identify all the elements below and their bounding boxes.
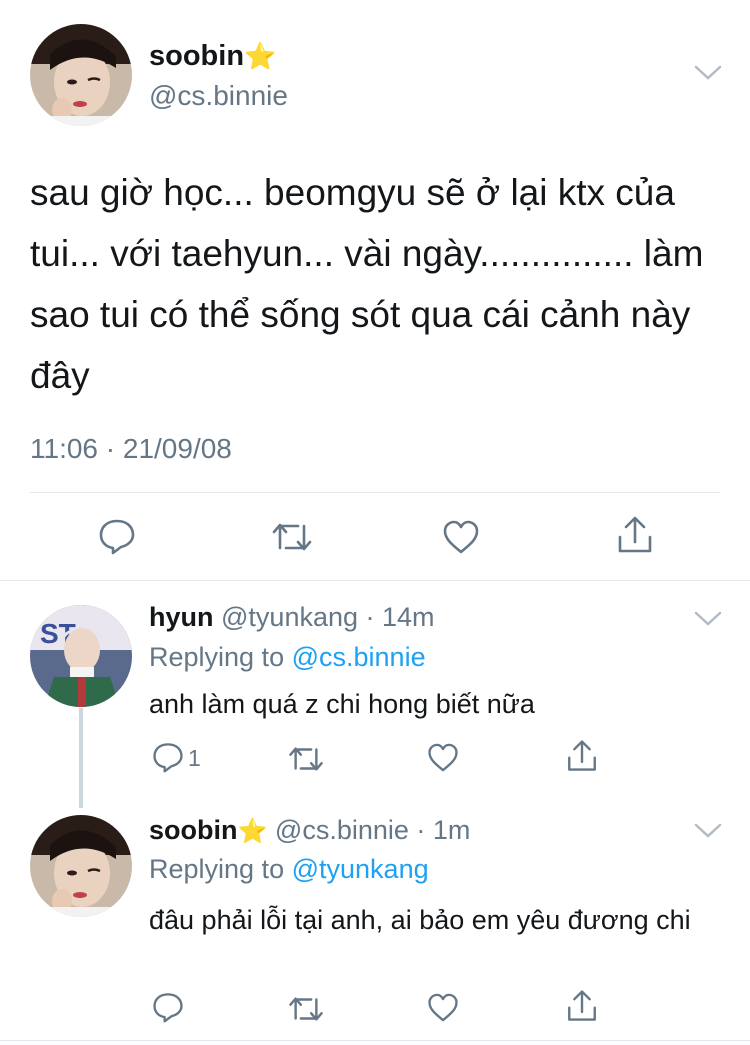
- reply-header: hyun @tyunkang · 14m: [149, 602, 435, 633]
- display-name[interactable]: soobin⭐: [149, 815, 267, 845]
- reply-text: đâu phải lỗi tại anh, ai bảo em yêu đươn…: [149, 905, 691, 935]
- divider: [30, 492, 720, 493]
- display-name-text: soobin: [149, 40, 245, 72]
- like-icon[interactable]: [427, 742, 459, 773]
- share-icon[interactable]: [565, 739, 599, 773]
- tweet-timestamp: 11:06 · 21/09/08: [30, 433, 232, 464]
- replying-to-label: Replying to: [149, 854, 285, 884]
- share-icon[interactable]: [615, 515, 655, 555]
- avatar[interactable]: [30, 815, 132, 917]
- reply-time: · 14m: [365, 602, 435, 632]
- replying-to: Replying to @tyunkang: [149, 854, 429, 885]
- user-handle[interactable]: @cs.binnie: [275, 815, 409, 845]
- display-name[interactable]: soobin⭐: [149, 40, 276, 73]
- user-handle[interactable]: @cs.binnie: [149, 80, 288, 112]
- chevron-down-icon[interactable]: [694, 609, 722, 629]
- tweet-text: sau giờ học... beomgyu sẽ ở lại ktx của …: [30, 172, 704, 396]
- retweet-icon[interactable]: [287, 994, 325, 1024]
- display-name-text: soobin: [149, 815, 238, 845]
- bottom-divider: [0, 1040, 750, 1041]
- like-icon[interactable]: [442, 519, 480, 555]
- star-icon: ⭐: [237, 818, 268, 845]
- reply-time: · 1m: [416, 815, 471, 845]
- reply-icon[interactable]: [152, 991, 184, 1023]
- retweet-icon[interactable]: [270, 520, 314, 554]
- reply-text: anh làm quá z chi hong biết nữa: [149, 689, 535, 719]
- user-handle[interactable]: @tyunkang: [221, 602, 358, 632]
- star-icon: ⭐: [244, 41, 277, 71]
- reply-icon[interactable]: [98, 517, 136, 555]
- like-icon[interactable]: [427, 992, 459, 1023]
- avatar[interactable]: ST: [30, 605, 132, 707]
- display-name[interactable]: hyun: [149, 602, 214, 632]
- share-icon[interactable]: [565, 989, 599, 1023]
- chevron-down-icon[interactable]: [694, 63, 722, 83]
- chevron-down-icon[interactable]: [694, 821, 722, 841]
- thread-line: [79, 708, 83, 808]
- replying-to-link[interactable]: @tyunkang: [292, 854, 429, 884]
- replying-to: Replying to @cs.binnie: [149, 642, 426, 673]
- section-divider: [0, 580, 750, 581]
- avatar[interactable]: [30, 24, 132, 126]
- reply-icon[interactable]: [152, 741, 184, 773]
- reply-count: 1: [188, 745, 201, 771]
- retweet-icon[interactable]: [287, 744, 325, 774]
- replying-to-link[interactable]: @cs.binnie: [292, 642, 426, 672]
- reply-header: soobin⭐ @cs.binnie · 1m: [149, 815, 470, 846]
- replying-to-label: Replying to: [149, 642, 285, 672]
